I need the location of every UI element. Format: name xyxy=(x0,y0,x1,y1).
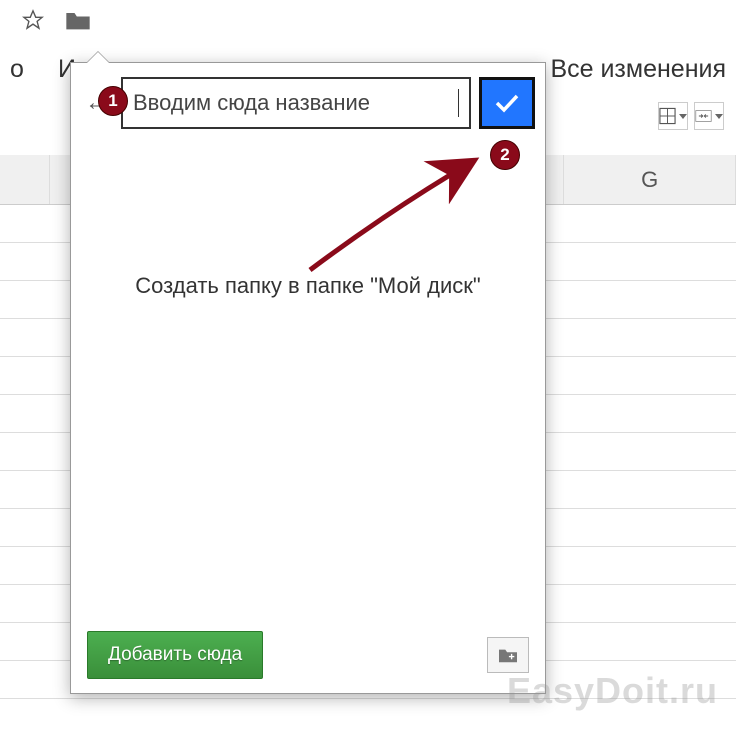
input-value: Вводим сюда название xyxy=(133,90,457,116)
popup-footer: Добавить сюда xyxy=(71,617,545,693)
chevron-down-icon xyxy=(715,114,723,119)
add-here-button[interactable]: Добавить сюда xyxy=(87,631,263,679)
watermark: EasyDoit.ru xyxy=(507,670,718,712)
column-header-g[interactable]: G xyxy=(564,155,736,204)
header-bar xyxy=(0,0,736,44)
borders-button[interactable] xyxy=(658,102,688,130)
star-icon[interactable] xyxy=(22,9,44,36)
new-folder-icon xyxy=(496,646,520,664)
chevron-down-icon xyxy=(679,114,687,119)
popup-header: ← Вводим сюда название xyxy=(71,63,545,143)
menu-cut-left: о xyxy=(6,49,26,90)
menu-item-5[interactable]: Все изменения xyxy=(546,49,730,90)
merge-icon xyxy=(695,108,712,124)
annotation-badge-2: 2 xyxy=(490,140,520,170)
folder-name-input[interactable]: Вводим сюда название xyxy=(121,77,471,129)
folder-icon[interactable] xyxy=(64,8,92,37)
checkmark-icon xyxy=(494,93,520,113)
popup-message: Создать папку в папке "Мой диск" xyxy=(135,273,480,299)
confirm-button[interactable] xyxy=(479,77,535,129)
toolbar xyxy=(658,102,724,130)
annotation-badge-1: 1 xyxy=(98,86,128,116)
borders-icon xyxy=(659,107,676,125)
popup-body: Создать папку в папке "Мой диск" xyxy=(71,143,545,617)
move-to-popup: ← Вводим сюда название Создать папку в п… xyxy=(70,62,546,694)
text-cursor xyxy=(458,89,459,117)
new-folder-button[interactable] xyxy=(487,637,529,673)
merge-button[interactable] xyxy=(694,102,724,130)
